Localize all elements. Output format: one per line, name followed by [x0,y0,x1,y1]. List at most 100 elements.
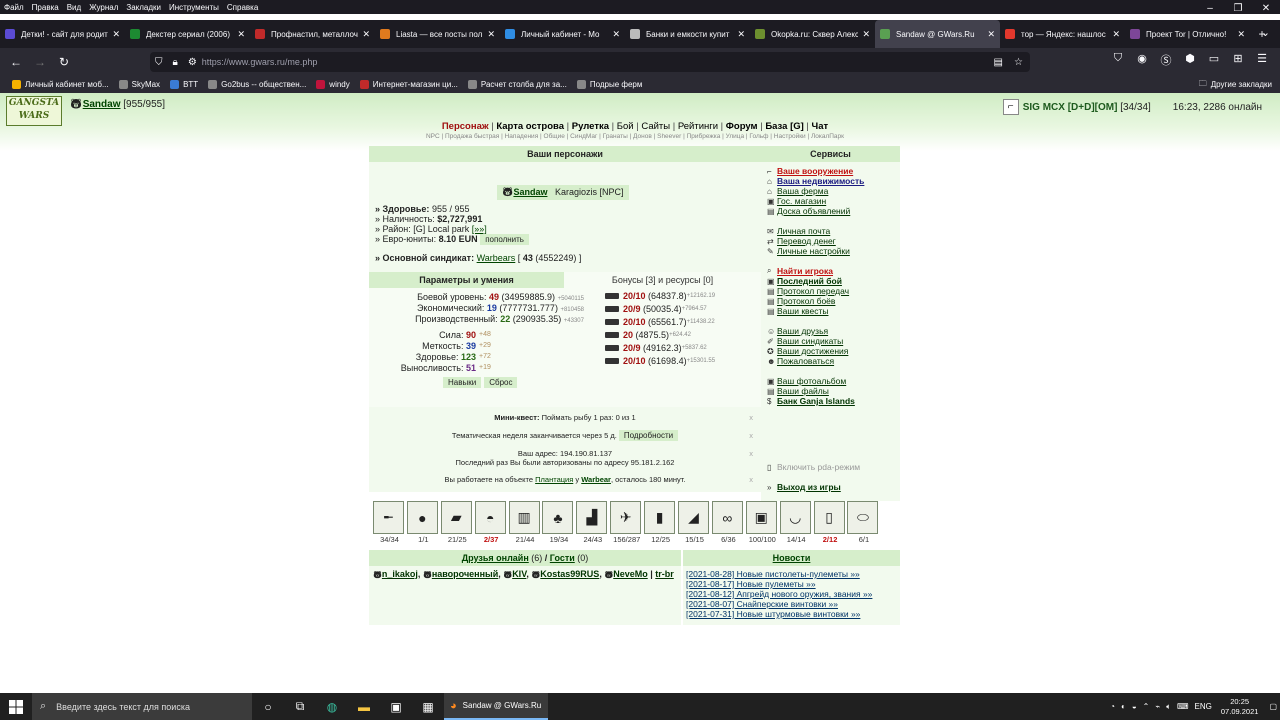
bookmark-star-icon[interactable]: ☆ [1014,57,1023,68]
tab-close-icon[interactable]: ✕ [487,29,495,40]
equipment-slot[interactable]: ♣ 19/34 [542,501,575,546]
pda-toggle[interactable]: ▯ Включить pda-режим [767,462,860,472]
tray-icon-2[interactable]: ◐ [1121,702,1126,711]
tab-close-icon[interactable]: ✕ [987,29,995,40]
equipment-slot[interactable]: ╾ 34/34 [373,501,406,546]
nav-link[interactable]: Форум [726,121,758,132]
menu-tools[interactable]: Инструменты [169,3,219,12]
close-note-icon[interactable]: x [749,449,753,458]
tab-close-icon[interactable]: ✕ [612,29,620,40]
equipment-slot[interactable]: ▣ 100/100 [745,501,779,546]
site-logo[interactable]: GANGSTA WARS [6,96,62,126]
chevron-up-icon[interactable]: ⌃ [1143,702,1150,711]
close-note-icon[interactable]: x [749,431,753,440]
keyboard-icon[interactable]: ⌨ [1177,702,1189,711]
bookmark-item[interactable]: BTT [170,80,198,89]
browser-tab[interactable]: тор — Яндекс: нашлос ✕ [1000,20,1125,48]
friend-link[interactable]: навороченный [432,569,498,579]
tab-close-icon[interactable]: ✕ [1112,29,1120,40]
minimize-icon[interactable]: – [1196,0,1224,20]
service-link[interactable]: ✎ Личные настройки [767,246,850,256]
tab-close-icon[interactable]: ✕ [112,29,120,40]
service-link[interactable]: ⌂ Ваша недвижимость [767,176,864,186]
syndicate-name[interactable]: SIG MCX [D+D][OM] [1023,102,1118,113]
nav-link[interactable]: Рулетка [572,121,609,132]
service-link[interactable]: ⌕ Найти игрока [767,266,833,276]
shield-icon[interactable]: ⛉ [155,57,163,68]
menu-icon[interactable]: ☰ [1250,52,1274,68]
service-link[interactable]: ▤ Ваши квесты [767,306,828,316]
service-link[interactable]: ✉ Личная почта [767,226,830,236]
taskbar-firefox[interactable]: ◕ Sandaw @ GWars.Ru [444,693,548,720]
nav-link[interactable]: База [G] [765,121,803,132]
cortana-icon[interactable]: ○ [252,693,284,720]
other-bookmarks[interactable]: 🗀 Другие закладки [1199,76,1272,93]
tray-icon-3[interactable]: ◒ [1132,702,1137,711]
taskbar-search[interactable]: ⌕ Введите здесь текст для поиска [32,693,252,720]
exit-link[interactable]: » Выход из игры [767,482,841,492]
browser-tab[interactable]: Okopka.ru: Сквер Алекс ✕ [750,20,875,48]
account-icon[interactable]: ◉ [1130,52,1154,68]
windows-start-icon[interactable] [0,693,32,720]
network-icon[interactable]: ⌁ [1155,702,1160,711]
forward-icon[interactable]: → [28,55,52,69]
service-link[interactable]: $ Банк Ganja Islands [767,396,855,406]
list-tabs-icon[interactable]: ⌄ [1261,26,1270,39]
equipment-slot[interactable]: ◢ 15/15 [678,501,711,546]
browser-tab[interactable]: Проект Tor | Отлично! ✕ [1125,20,1250,48]
nav-link[interactable]: Сайты [641,121,670,132]
friend-link[interactable]: tr-br [655,569,674,579]
nav-link[interactable]: Карта острова [496,121,564,132]
service-link[interactable]: ▤ Протокол боёв [767,296,835,306]
nav-link[interactable]: Чат [812,121,829,132]
pocket-icon[interactable]: ⛉ [1106,52,1130,68]
topup-button[interactable]: пополнить [480,234,529,245]
equipment-slot[interactable]: ▮ 12/25 [644,501,677,546]
character-link[interactable]: Sandaw [513,187,547,197]
clock[interactable]: 20:25 07.09.2021 [1221,697,1259,717]
bookmark-item[interactable]: SkyMax [118,80,160,89]
browser-tab[interactable]: Sandaw @ GWars.Ru ✕ [875,20,1000,48]
calculator-icon[interactable]: ▦ [412,693,444,720]
friend-link[interactable]: n_ikakoj [382,569,418,579]
browser-tab[interactable]: Профнастил, металлоч ✕ [250,20,375,48]
equipment-slot[interactable]: ● 1/1 [406,501,440,546]
bookmark-item[interactable]: Интернет-магазин ци... [359,80,458,89]
equipment-slot[interactable]: ◓ 2/37 [474,501,508,546]
menu-history[interactable]: Журнал [89,3,118,12]
tab-close-icon[interactable]: ✕ [737,29,745,40]
notifications-icon[interactable]: ▢ [1269,702,1277,711]
syndicate-link[interactable]: Warbears [477,253,516,263]
menu-help[interactable]: Справка [227,3,258,12]
equipment-slot[interactable]: ⬭ 6/1 [847,501,880,546]
browser-tab[interactable]: Личный кабинет - Мо ✕ [500,20,625,48]
service-link[interactable]: ▤ Доска объявлений [767,206,850,216]
work-object-link[interactable]: Плантация [535,475,573,484]
player-name-link[interactable]: Sandaw [83,99,121,110]
back-icon[interactable]: ← [4,55,28,69]
service-link[interactable]: ⌐ Ваше вооружение [767,166,853,176]
lock-icon[interactable]: 🔒︎ [173,57,178,68]
nav-link[interactable]: Персонаж [442,121,489,132]
tab-close-icon[interactable]: ✕ [862,29,870,40]
friend-link[interactable]: Kostas99RUS [540,569,599,579]
address-bar[interactable]: ⛉ 🔒︎ ⚙ https://www.gwars.ru/me.php ▤ ☆ [150,52,1030,72]
bookmark-item[interactable]: Расчет столба для за... [467,80,567,89]
reload-icon[interactable]: ↻ [52,55,76,69]
friend-link[interactable]: KIV [512,569,526,579]
bookmark-item[interactable]: windy [316,80,350,89]
equipment-slot[interactable]: ▰ 21/25 [440,501,474,546]
task-view-icon[interactable]: ⧉ [284,693,316,720]
reader-view-icon[interactable]: ▤ [994,57,1003,68]
close-note-icon[interactable]: x [749,475,753,484]
bookmark-item[interactable]: Личный кабинет моб... [12,80,109,89]
volume-icon[interactable]: 🔈︎ [1166,702,1171,712]
service-link[interactable]: ☻ Пожаловаться [767,356,834,366]
extension-icon[interactable]: ⬢ [1178,52,1202,68]
menu-edit[interactable]: Правка [32,3,59,12]
equipment-slot[interactable]: ◡ 14/14 [779,501,813,546]
service-link[interactable]: ⇄ Перевод денег [767,236,836,246]
url-text[interactable]: https://www.gwars.ru/me.php [202,57,318,67]
service-link[interactable]: ▤ Ваши файлы [767,386,829,396]
service-link[interactable]: ▣ Ваш фотоальбом [767,376,846,386]
